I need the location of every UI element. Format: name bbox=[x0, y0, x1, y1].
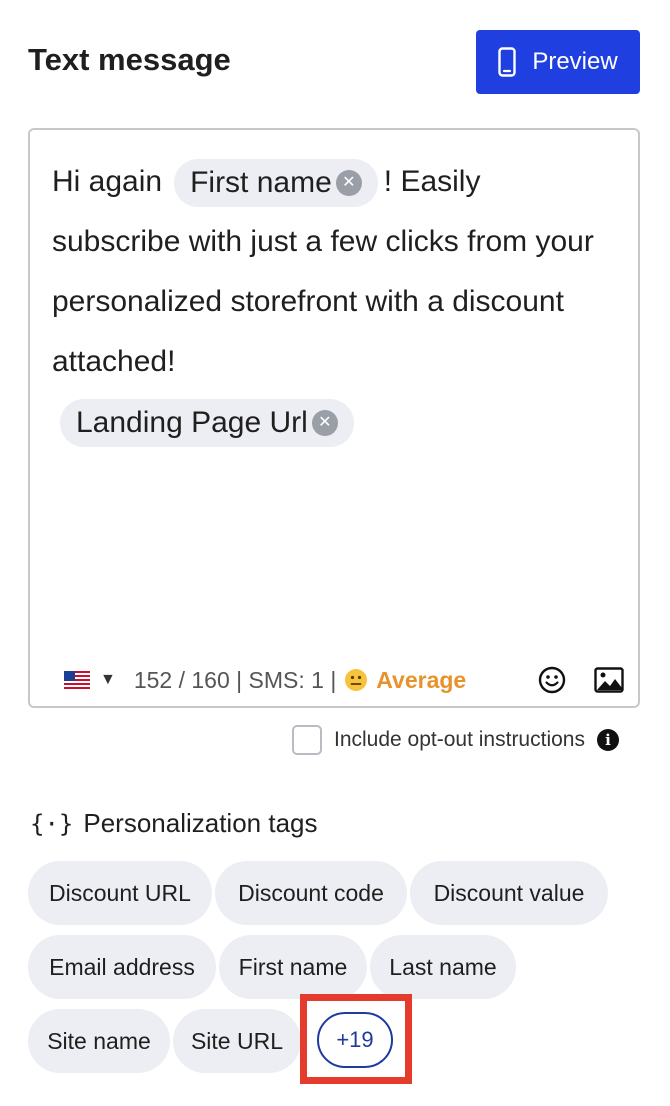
highlight-box bbox=[300, 994, 412, 1084]
inserted-tag-landing-page-url[interactable]: Landing Page Url ✕ bbox=[60, 399, 354, 448]
personalization-tags-heading: {·} Personalization tags bbox=[30, 808, 318, 839]
optout-row: Include opt-out instructions i bbox=[292, 725, 619, 755]
us-flag-icon[interactable] bbox=[64, 671, 90, 689]
preview-button[interactable]: Preview bbox=[476, 30, 640, 94]
tag-site-name[interactable]: Site name bbox=[28, 1009, 170, 1073]
inserted-tag-label: First name bbox=[190, 166, 332, 200]
image-upload-icon[interactable] bbox=[594, 667, 624, 693]
chevron-down-icon[interactable]: ▼ bbox=[100, 671, 116, 689]
neutral-face-icon bbox=[344, 668, 368, 692]
message-editor[interactable]: Hi again First name ✕! Easily subscribe wi… bbox=[28, 128, 640, 708]
tag-discount-value[interactable]: Discount value bbox=[410, 861, 608, 925]
preview-label: Preview bbox=[532, 48, 618, 75]
editor-tools bbox=[538, 666, 624, 694]
optout-checkbox[interactable] bbox=[292, 725, 322, 755]
emoji-picker-icon[interactable] bbox=[538, 666, 566, 694]
tag-last-name[interactable]: Last name bbox=[370, 935, 516, 999]
page-title: Text message bbox=[28, 42, 231, 77]
tag-site-url[interactable]: Site URL bbox=[173, 1009, 301, 1073]
tag-email-address[interactable]: Email address bbox=[28, 935, 216, 999]
inserted-tag-first-name[interactable]: First name ✕ bbox=[174, 159, 378, 208]
text-message-panel: Text message Preview Hi again First name ✕… bbox=[0, 0, 670, 1106]
message-text-intro: Hi again bbox=[52, 165, 163, 198]
mobile-phone-icon bbox=[498, 47, 517, 77]
editor-footer: ▼ 152 / 160 | SMS: 1 | Average bbox=[64, 662, 624, 698]
character-count: 152 / 160 | SMS: 1 | bbox=[133, 666, 337, 693]
message-quality-label: Average bbox=[376, 666, 467, 693]
tag-discount-code[interactable]: Discount code bbox=[215, 861, 407, 925]
tag-first-name[interactable]: First name bbox=[219, 935, 367, 999]
personalization-tags-title: Personalization tags bbox=[83, 808, 318, 838]
remove-tag-icon[interactable]: ✕ bbox=[311, 410, 338, 437]
remove-tag-icon[interactable]: ✕ bbox=[335, 170, 362, 197]
info-icon[interactable]: i bbox=[596, 729, 619, 751]
tag-discount-url[interactable]: Discount URL bbox=[28, 861, 212, 925]
braces-icon: {·} bbox=[30, 809, 74, 838]
message-body[interactable]: Hi again First name ✕! Easily subscribe wi… bbox=[52, 152, 612, 452]
optout-label[interactable]: Include opt-out instructions bbox=[334, 728, 585, 752]
inserted-tag-label: Landing Page Url bbox=[76, 406, 308, 440]
